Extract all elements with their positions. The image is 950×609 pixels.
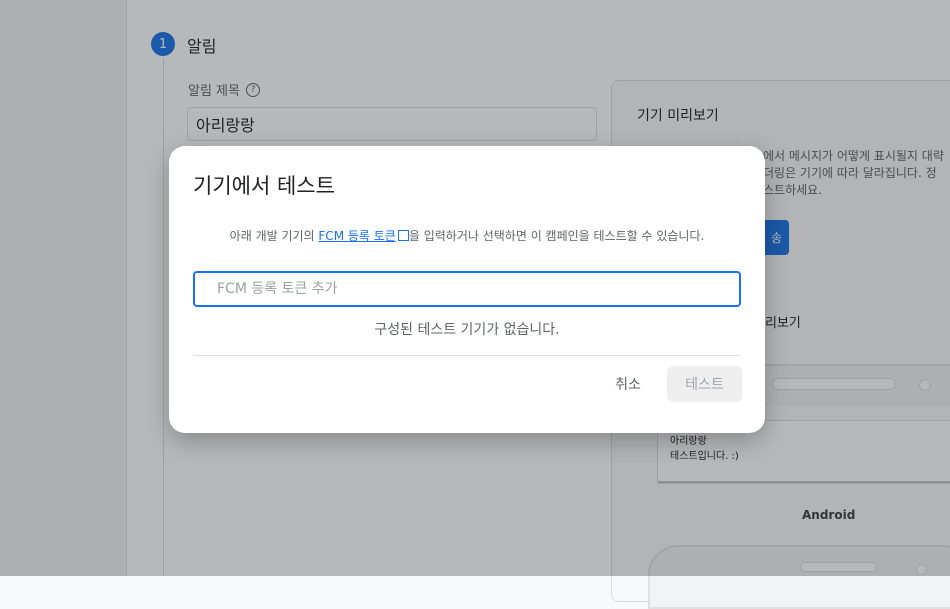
dialog-title: 기기에서 테스트 <box>193 174 335 198</box>
fcm-token-link-text[interactable]: FCM 등록 토큰 <box>318 229 395 243</box>
description-text-before: 아래 개발 기기의 <box>229 229 319 243</box>
test-on-device-dialog: 기기에서 테스트 아래 개발 기기의 FCM 등록 토큰 을 입력하거나 선택하면… <box>169 146 765 433</box>
dialog-description: 아래 개발 기기의 FCM 등록 토큰 을 입력하거나 선택하면 이 캠페인을 테… <box>169 227 765 244</box>
test-button[interactable]: 테스트 <box>667 366 742 402</box>
open-in-new-icon[interactable] <box>397 230 409 241</box>
no-test-devices-message: 구성된 테스트 기기가 없습니다. <box>374 322 560 338</box>
cancel-button[interactable]: 취소 <box>601 366 655 402</box>
fcm-token-input[interactable] <box>193 271 741 307</box>
dialog-divider <box>193 355 741 356</box>
description-text-after: 을 입력하거나 선택하면 이 캠페인을 테스트할 수 있습니다. <box>408 229 705 243</box>
fcm-token-link[interactable]: FCM 등록 토큰 <box>318 229 409 243</box>
